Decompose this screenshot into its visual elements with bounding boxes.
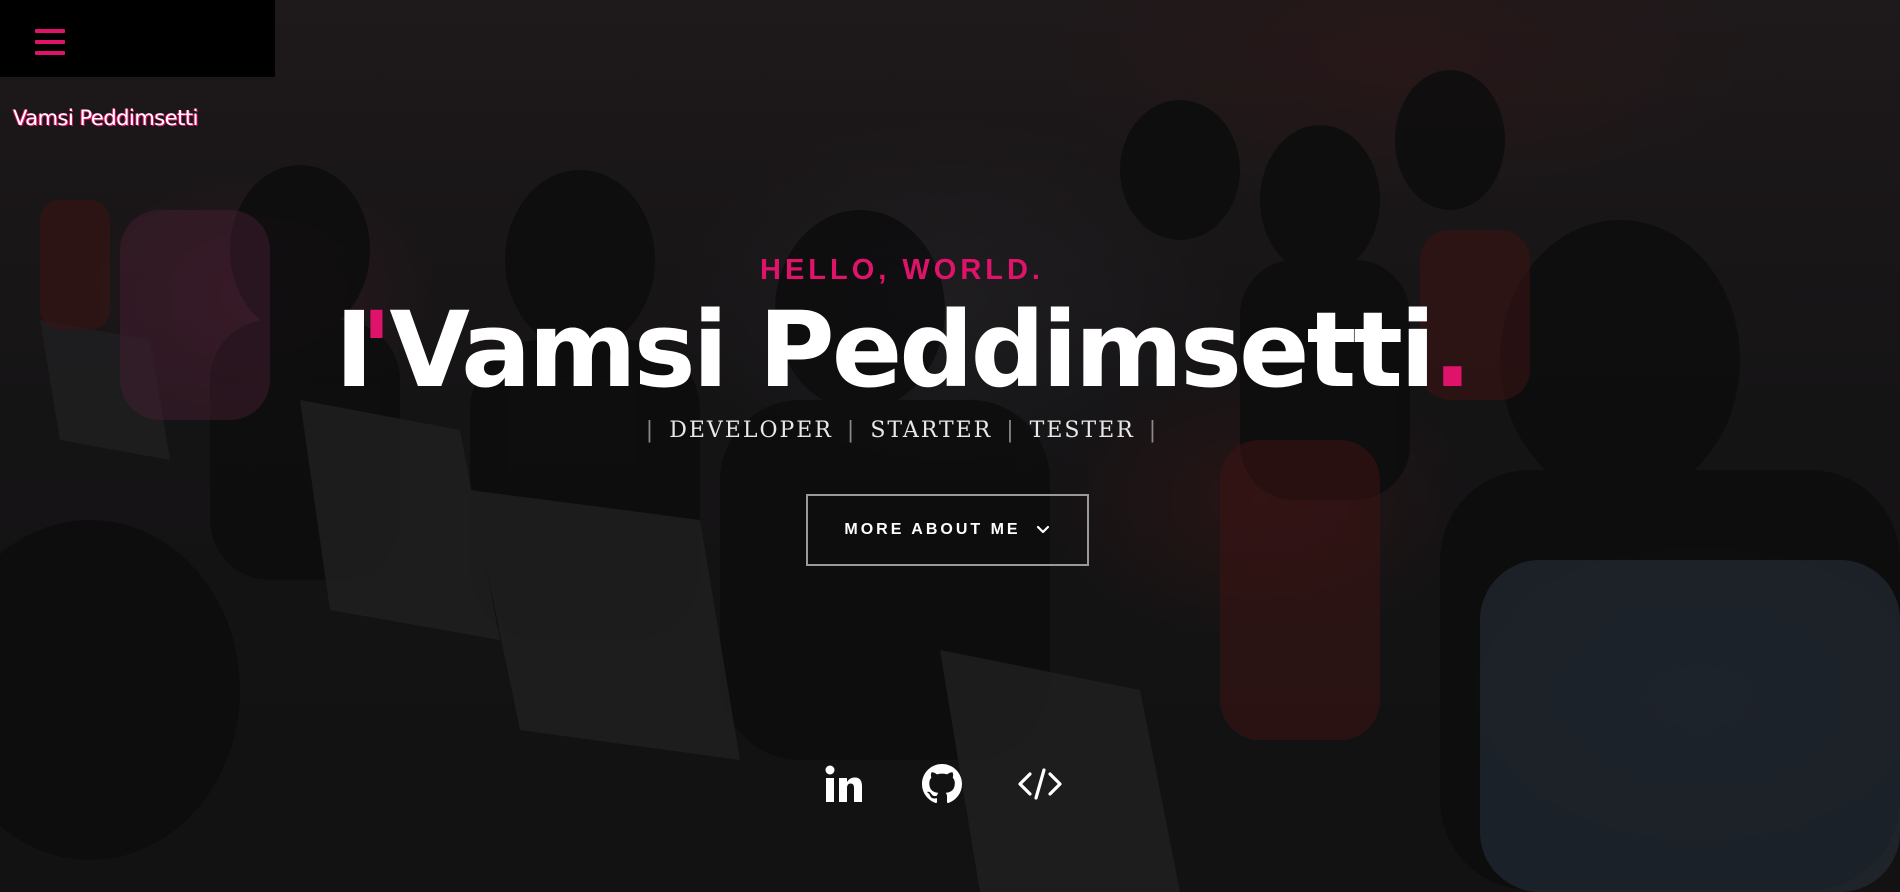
menu-line <box>35 40 65 44</box>
code-icon[interactable] <box>1016 762 1064 806</box>
role-separator: | <box>846 418 857 443</box>
role-item: TESTER <box>1029 418 1135 443</box>
site-name[interactable]: Vamsi Peddimsetti <box>13 106 198 130</box>
background-dim-overlay <box>0 0 1900 892</box>
hero-title-apostrophe: ' <box>360 289 393 411</box>
more-about-me-label: MORE ABOUT ME <box>844 521 1021 538</box>
page: Vamsi Peddimsetti HELLO, WORLD. I'Vamsi … <box>0 0 1900 892</box>
role-item: DEVELOPER <box>669 418 833 443</box>
more-about-me-button[interactable]: MORE ABOUT ME <box>806 494 1089 566</box>
hero-title-period: . <box>1432 289 1472 411</box>
linkedin-icon[interactable] <box>820 762 868 806</box>
menu-bar <box>0 0 275 77</box>
role-separator: | <box>1148 418 1159 443</box>
chevron-down-icon <box>1035 522 1051 538</box>
hamburger-menu-icon[interactable] <box>35 29 65 55</box>
menu-line <box>35 29 65 33</box>
menu-line <box>35 51 65 55</box>
roles-list: | DEVELOPER | STARTER | TESTER | <box>0 418 1852 443</box>
github-icon[interactable] <box>918 762 966 806</box>
hero-title: I'Vamsi Peddimsetti. <box>0 290 1852 410</box>
hero-kicker: HELLO, WORLD. <box>760 254 1044 286</box>
hero-title-name: Vamsi Peddimsetti <box>389 289 1435 411</box>
role-separator: | <box>1006 418 1016 443</box>
role-separator: | <box>645 418 656 443</box>
social-links <box>820 762 1064 806</box>
role-item: STARTER <box>870 418 993 443</box>
